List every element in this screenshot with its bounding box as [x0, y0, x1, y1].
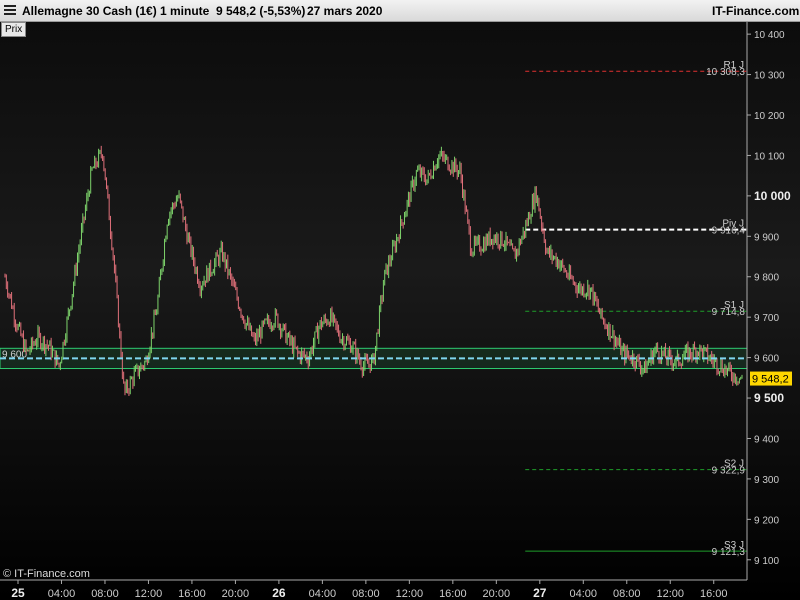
y-tick-label: 9 800	[754, 273, 779, 284]
x-tick-label: 08:00	[91, 588, 119, 600]
level-value-label: 9 714,8	[712, 307, 746, 318]
x-tick-label: 16:00	[439, 588, 467, 600]
x-tick-label: 04:00	[309, 588, 337, 600]
price-panel-label: Prix	[1, 22, 27, 37]
y-tick-label: 9 100	[754, 556, 779, 567]
y-tick-label: 10 000	[754, 189, 791, 203]
y-tick-label: 9 900	[754, 232, 779, 243]
y-tick-label: 9 600	[754, 354, 779, 365]
level-value-label: 10 308,3	[706, 67, 745, 78]
x-tick-label: 20:00	[483, 588, 511, 600]
brand-label: IT-Finance.com	[712, 4, 800, 18]
x-tick-label: 04:00	[48, 588, 76, 600]
x-tick-label: 16:00	[178, 588, 206, 600]
last-price-change: 9 548,2 (-5,53%)	[216, 4, 306, 18]
copyright-label: © IT-Finance.com	[3, 568, 90, 580]
x-tick-label: 27	[533, 586, 547, 600]
instrument-title: Allemagne 30 Cash (1€)	[22, 4, 157, 18]
x-tick-label: 08:00	[613, 588, 641, 600]
menu-icon[interactable]	[4, 5, 16, 16]
pivot-levels-layer: R1 J10 308,3Piv J9 916,4S1 J9 714,8S2 J9…	[525, 60, 747, 558]
chart-window: 9 600 R1 J 10 308,3 Piv J9 916,4 S1 J9 714,…	[0, 0, 800, 600]
y-tick-label: 9 200	[754, 515, 779, 526]
x-tick-label: 04:00	[570, 588, 598, 600]
last-price-label: 9 548,2	[752, 374, 789, 386]
level-value-label: 9 322,9	[712, 466, 746, 477]
y-tick-label: 9 500	[754, 391, 784, 405]
level-value-label: 9 121,3	[712, 547, 746, 558]
chart-date: 27 mars 2020	[307, 4, 383, 18]
chart-header: Allemagne 30 Cash (1€) 1 minute 9 548,2 …	[0, 0, 800, 22]
x-tick-label: 12:00	[396, 588, 424, 600]
price-chart[interactable]: 9 600 R1 J10 308,3Piv J9 916,4S1 J9 714,…	[0, 0, 800, 600]
y-tick-label: 10 200	[754, 111, 785, 122]
x-tick-label: 26	[272, 586, 286, 600]
y-tick-label: 9 400	[754, 434, 779, 445]
x-tick-label: 16:00	[700, 588, 728, 600]
y-tick-label: 10 300	[754, 71, 785, 82]
y-tick-label: 10 100	[754, 151, 785, 162]
x-tick-label: 25	[11, 586, 25, 600]
level-value-label: 9 916,4	[712, 226, 746, 237]
x-tick-label: 12:00	[135, 588, 163, 600]
y-tick-label: 10 400	[754, 30, 785, 41]
x-tick-label: 20:00	[222, 588, 250, 600]
y-tick-label: 9 300	[754, 475, 779, 486]
x-tick-label: 12:00	[656, 588, 684, 600]
timeframe-label[interactable]: 1 minute	[160, 4, 209, 18]
x-tick-label: 08:00	[352, 588, 380, 600]
y-tick-label: 9 700	[754, 313, 779, 324]
